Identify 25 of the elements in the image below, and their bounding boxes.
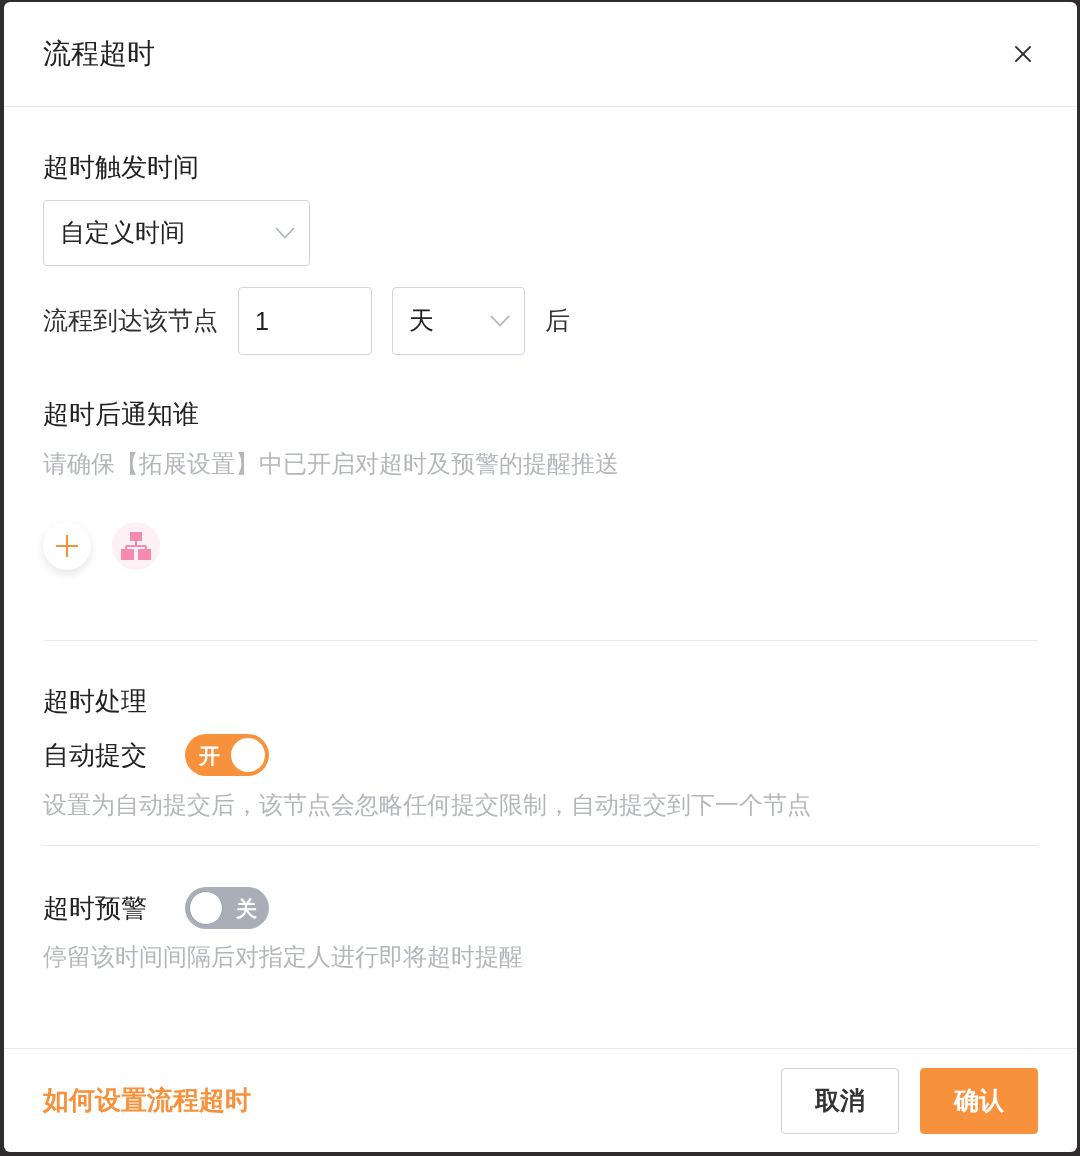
select-value: 天 [409, 305, 434, 337]
dialog-title: 流程超时 [43, 37, 155, 71]
suffix-label: 后 [545, 305, 570, 337]
chevron-down-icon [275, 227, 295, 239]
switch-label: 自动提交 [43, 738, 147, 772]
hint-text: 停留该时间间隔后对指定人进行即将超时提醒 [43, 942, 523, 972]
org-chart-button[interactable] [112, 522, 160, 570]
switch-label: 超时预警 [43, 891, 147, 925]
hint-text: 请确保【拓展设置】中已开启对超时及预警的提醒推送 [43, 449, 619, 479]
select-field[interactable]: 天 [392, 287, 525, 355]
cancel-button[interactable]: 取消 [781, 1067, 899, 1134]
select-field[interactable]: 自定义时间 [43, 200, 310, 266]
section-label: 超时后通知谁 [43, 398, 199, 431]
add-button[interactable] [43, 522, 91, 570]
field-label: 流程到达该节点 [43, 305, 218, 337]
select-value: 自定义时间 [60, 217, 185, 249]
toggle-knob-icon [189, 891, 223, 925]
org-chart-icon [121, 532, 151, 560]
chevron-down-icon [490, 315, 510, 327]
section-label: 超时处理 [43, 685, 147, 718]
input-field[interactable]: 1 [238, 287, 372, 355]
toggle-knob-icon [231, 738, 265, 772]
hint-text: 设置为自动提交后，该节点会忽略任何提交限制，自动提交到下一个节点 [43, 790, 811, 820]
section-label: 超时触发时间 [43, 151, 199, 184]
plus-icon [55, 534, 79, 558]
